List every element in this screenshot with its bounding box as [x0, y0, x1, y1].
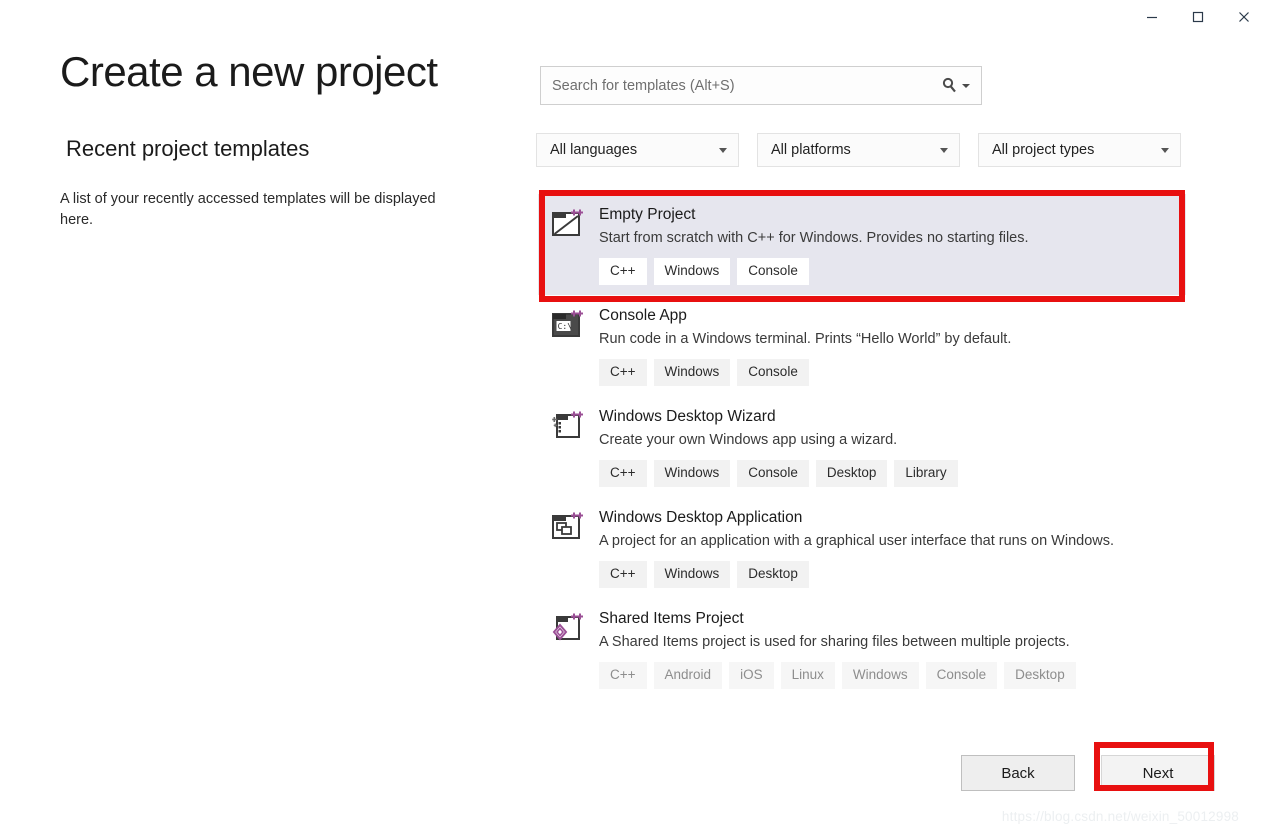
template-tag: Windows: [653, 359, 731, 386]
template-body: Windows Desktop Application A project fo…: [599, 508, 1176, 588]
create-new-project-dialog: Create a new project Recent project temp…: [0, 0, 1267, 838]
template-tag: Console: [737, 359, 809, 386]
template-tag: Windows: [653, 258, 731, 285]
desktop-application-icon: [552, 508, 586, 588]
template-list-item[interactable]: Shared Items Project A Shared Items proj…: [538, 598, 1186, 699]
search-icon-group[interactable]: [941, 77, 973, 94]
template-list-item[interactable]: Empty Project Start from scratch with C+…: [538, 194, 1186, 295]
filter-row: All languages All platforms All project …: [536, 133, 1181, 167]
template-name: Windows Desktop Application: [599, 509, 803, 526]
template-tag: Desktop: [737, 561, 809, 588]
template-description: A project for an application with a grap…: [599, 533, 1115, 549]
template-tag: Console: [925, 662, 998, 689]
template-tags: C++ Windows Console Desktop Library: [599, 460, 1176, 487]
right-pane: All languages All platforms All project …: [520, 42, 1267, 838]
language-filter-value: All languages: [550, 142, 638, 158]
close-icon: [1239, 12, 1249, 22]
template-body: Console App Run code in a Windows termin…: [599, 306, 1176, 386]
recent-templates-heading: Recent project templates: [66, 136, 310, 161]
template-tags: C++ Windows Console: [599, 258, 1176, 285]
template-tag: C++: [599, 662, 647, 689]
template-tag: C++: [599, 359, 647, 386]
shared-items-icon: [552, 609, 586, 689]
recent-templates-empty-text: A list of your recently accessed templat…: [60, 191, 436, 228]
template-tag: Linux: [780, 662, 835, 689]
template-tags: C++ Windows Console: [599, 359, 1176, 386]
chevron-down-icon: [719, 147, 727, 153]
chevron-down-icon: [940, 147, 948, 153]
template-name: Shared Items Project: [599, 610, 744, 627]
back-button[interactable]: Back: [961, 755, 1075, 791]
template-tag: C++: [599, 258, 647, 285]
template-tags: C++ Windows Desktop: [599, 561, 1176, 588]
template-list-item[interactable]: Windows Desktop Wizard Create your own W…: [538, 396, 1186, 497]
chevron-down-icon[interactable]: [962, 83, 970, 88]
platform-filter-dropdown[interactable]: All platforms: [757, 133, 960, 167]
template-list-item[interactable]: C:\ Console App Run code in a Windows te…: [538, 295, 1186, 396]
minimize-button[interactable]: [1129, 0, 1175, 34]
template-tag: Console: [737, 460, 809, 487]
dialog-footer: Back Next: [961, 755, 1215, 791]
next-button[interactable]: Next: [1101, 755, 1215, 791]
platform-filter-value: All platforms: [771, 142, 851, 158]
search-icon: [942, 77, 956, 93]
template-description: A Shared Items project is used for shari…: [599, 634, 1070, 650]
template-tag: Android: [653, 662, 723, 689]
maximize-button[interactable]: [1175, 0, 1221, 34]
empty-project-icon: [552, 205, 586, 285]
template-tag: Windows: [653, 561, 731, 588]
template-tag: C++: [599, 561, 647, 588]
template-tag: iOS: [729, 662, 774, 689]
watermark: https://blog.csdn.net/weixin_50012998: [1001, 809, 1239, 824]
search-row: [540, 66, 982, 105]
template-description: Run code in a Windows terminal. Prints “…: [599, 331, 1012, 347]
template-tag: Windows: [653, 460, 731, 487]
template-tag: Console: [737, 258, 809, 285]
desktop-wizard-icon: [552, 407, 586, 487]
close-button[interactable]: [1221, 0, 1267, 34]
template-name: Windows Desktop Wizard: [599, 408, 776, 425]
minimize-icon: [1147, 16, 1157, 19]
template-name: Console App: [599, 307, 687, 324]
title-bar: [0, 0, 1267, 42]
template-description: Create your own Windows app using a wiza…: [599, 432, 898, 448]
console-app-icon: C:\: [552, 306, 586, 386]
template-tag: Desktop: [815, 460, 888, 487]
template-body: Shared Items Project A Shared Items proj…: [599, 609, 1176, 689]
template-tag: Library: [894, 460, 958, 487]
search-box[interactable]: [540, 66, 982, 105]
search-input[interactable]: [552, 77, 941, 94]
template-tag: Desktop: [1004, 662, 1076, 689]
template-tag: C++: [599, 460, 647, 487]
chevron-down-icon: [1161, 147, 1169, 153]
template-body: Empty Project Start from scratch with C+…: [599, 205, 1176, 285]
language-filter-dropdown[interactable]: All languages: [536, 133, 739, 167]
maximize-icon: [1192, 11, 1204, 23]
template-tag: Windows: [841, 662, 919, 689]
template-tags: C++ Android iOS Linux Windows Console De…: [599, 662, 1176, 689]
page-title: Create a new project: [60, 48, 438, 95]
template-description: Start from scratch with C++ for Windows.…: [599, 230, 1029, 246]
template-list-item[interactable]: Windows Desktop Application A project fo…: [538, 497, 1186, 598]
project-type-filter-value: All project types: [992, 142, 1095, 158]
project-type-filter-dropdown[interactable]: All project types: [978, 133, 1181, 167]
template-body: Windows Desktop Wizard Create your own W…: [599, 407, 1176, 487]
template-name: Empty Project: [599, 206, 696, 223]
template-list: Empty Project Start from scratch with C+…: [538, 194, 1186, 699]
svg-text:C:\: C:\: [558, 322, 573, 331]
